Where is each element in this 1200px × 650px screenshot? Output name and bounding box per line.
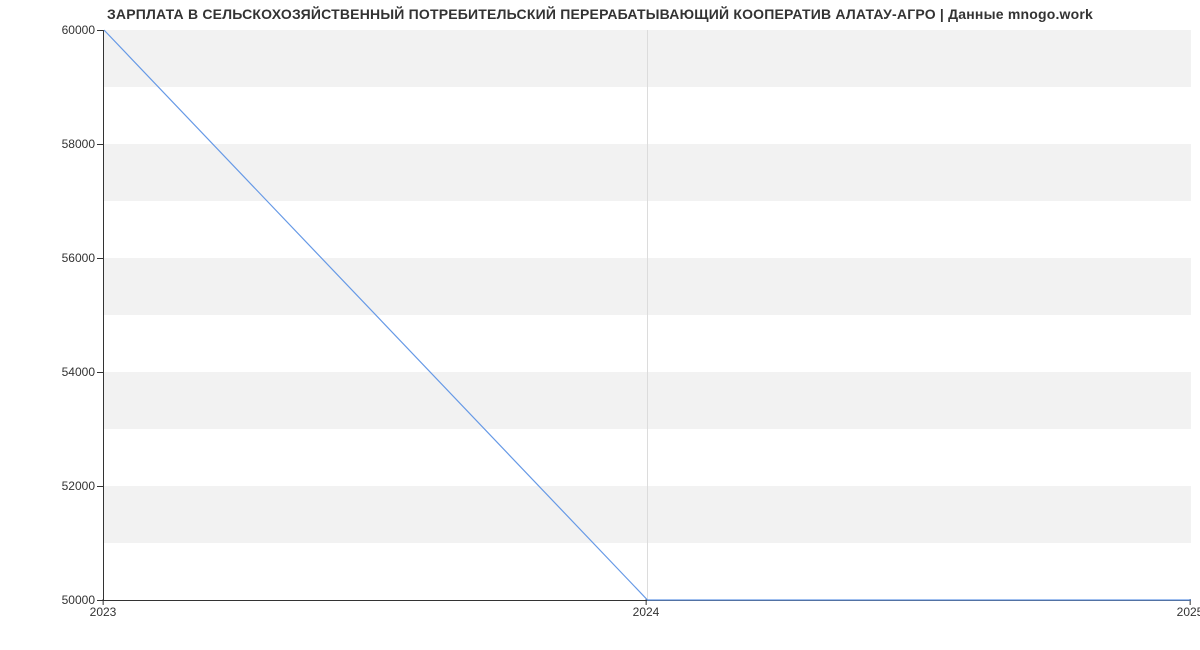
y-tick-label: 56000 [35, 251, 95, 265]
y-tick-label: 52000 [35, 479, 95, 493]
salary-line-chart: ЗАРПЛАТА В СЕЛЬСКОХОЗЯЙСТВЕННЫЙ ПОТРЕБИТ… [0, 0, 1200, 650]
y-tick-label: 60000 [35, 23, 95, 37]
y-tick-label: 58000 [35, 137, 95, 151]
y-tick-label: 54000 [35, 365, 95, 379]
x-tick-label: 2023 [90, 605, 117, 619]
y-tick-label: 50000 [35, 593, 95, 607]
plot-area [103, 30, 1191, 601]
chart-title: ЗАРПЛАТА В СЕЛЬСКОХОЗЯЙСТВЕННЫЙ ПОТРЕБИТ… [0, 6, 1200, 22]
x-tick-label: 2025 [1177, 605, 1200, 619]
x-tick-label: 2024 [633, 605, 660, 619]
data-line [104, 30, 1191, 600]
